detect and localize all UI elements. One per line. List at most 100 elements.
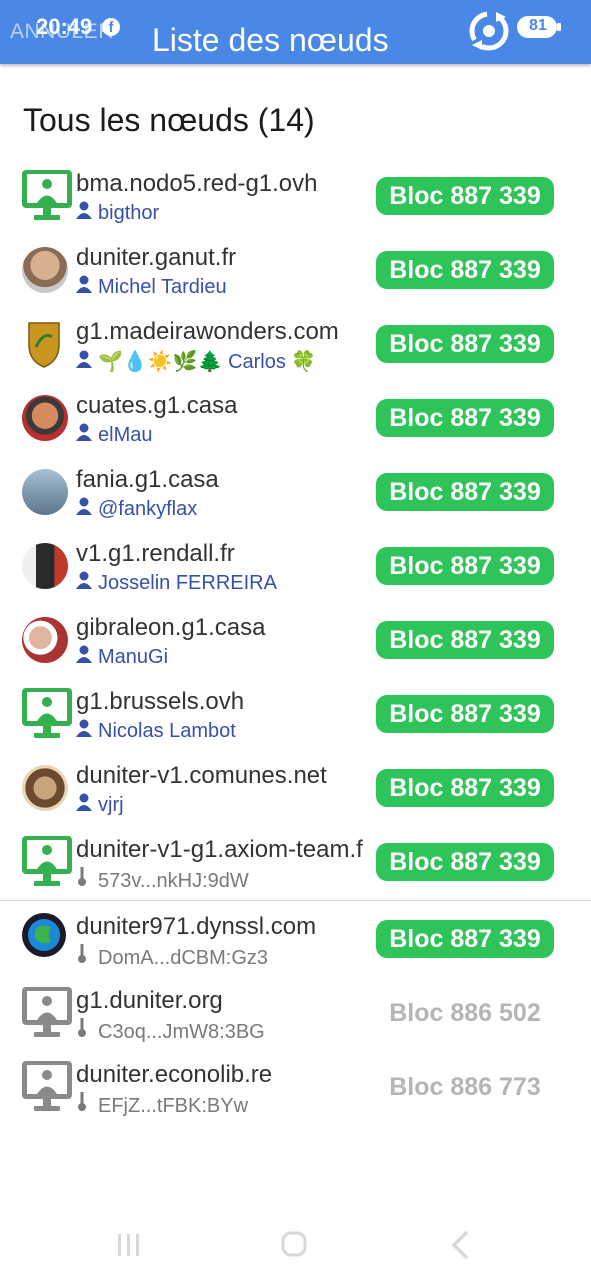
node-pubkey-text: EFjZ...tFBK:BYw (98, 1095, 249, 1117)
battery-level: 81 (529, 17, 547, 34)
node-owner-name: 🌱💧☀️🌿🌲 Carlos 🍀 (98, 351, 317, 373)
list-item[interactable]: g1.madeirawonders.com 🌱💧☀️🌿🌲 Carlos 🍀 Bl… (0, 316, 591, 390)
node-owner-name: Josselin FERREIRA (98, 572, 277, 594)
avatar (21, 613, 75, 667)
node-owner-name: vjrj (98, 794, 124, 816)
node-pubkey-text: 573v...nkHJ:9dW (98, 870, 249, 892)
list-item[interactable]: duniter971.dynssl.com DomA...dCBM:Gz3 Bl… (0, 911, 591, 985)
node-list-screen: ANNULER 20:49 f Liste des nœuds 81 Tous … (0, 0, 591, 1280)
list-divider (0, 900, 591, 901)
block-badge: Bloc 887 339 (376, 399, 554, 437)
node-host: cuates.g1.casa (76, 392, 238, 419)
status-time: 20:49 (36, 14, 93, 39)
block-badge: Bloc 887 339 (376, 769, 554, 807)
back-icon[interactable] (441, 1230, 481, 1260)
node-pubkey: DomA...dCBM:Gz3 (76, 944, 268, 970)
block-badge: Bloc 887 339 (376, 843, 554, 881)
node-owner[interactable]: Josselin FERREIRA (76, 571, 277, 595)
avatar (21, 465, 75, 519)
avatar (21, 391, 75, 445)
block-badge: Bloc 887 339 (376, 473, 554, 511)
node-owner[interactable]: @fankyflax (76, 497, 197, 521)
node-host: duniter-v1.comunes.net (76, 762, 327, 789)
list-item[interactable]: cuates.g1.casa elMau Bloc 887 339 (0, 390, 591, 464)
user-icon (76, 423, 94, 447)
monitor-icon (21, 169, 75, 223)
user-icon (76, 571, 94, 595)
recent-apps-icon[interactable] (109, 1230, 149, 1260)
node-pubkey: C3oq...JmW8:3BG (76, 1018, 265, 1044)
node-owner-name: bigthor (98, 202, 160, 224)
list-item[interactable]: duniter.ganut.fr Michel Tardieu Bloc 887… (0, 242, 591, 316)
list-item[interactable]: duniter.econolib.re EFjZ...tFBK:BYw Bloc… (0, 1059, 591, 1133)
block-badge: Bloc 887 339 (376, 920, 554, 958)
block-badge: Bloc 886 773 (389, 1073, 541, 1101)
key-icon (76, 944, 94, 970)
list-item[interactable]: gibraleon.g1.casa ManuGi Bloc 887 339 (0, 612, 591, 686)
page-title: Liste des nœuds (152, 22, 389, 58)
system-nav-bar (0, 1220, 591, 1270)
node-host: v1.g1.rendall.fr (76, 540, 235, 567)
node-pubkey-text: C3oq...JmW8:3BG (98, 1021, 265, 1043)
node-owner-name: ManuGi (98, 646, 169, 668)
node-owner-name: elMau (98, 424, 153, 446)
user-icon (76, 497, 94, 521)
user-icon (76, 793, 94, 817)
monitor-icon (21, 1060, 75, 1114)
node-host: duniter.ganut.fr (76, 244, 237, 271)
sync-icon[interactable] (468, 8, 510, 54)
node-owner[interactable]: elMau (76, 423, 152, 447)
monitor-icon (21, 835, 75, 889)
key-icon (76, 1018, 94, 1044)
node-host: duniter.econolib.re (76, 1061, 273, 1088)
user-icon (76, 275, 94, 299)
node-host: duniter971.dynssl.com (76, 913, 317, 940)
node-pubkey: 573v...nkHJ:9dW (76, 867, 249, 893)
node-owner[interactable]: bigthor (76, 201, 159, 225)
list-item[interactable]: fania.g1.casa @fankyflax Bloc 887 339 (0, 464, 591, 538)
node-host: duniter-v1-g1.axiom-team.f (76, 836, 363, 863)
avatar (21, 539, 75, 593)
list-item[interactable]: v1.g1.rendall.fr Josselin FERREIRA Bloc … (0, 538, 591, 612)
home-icon[interactable] (274, 1230, 314, 1260)
node-pubkey: EFjZ...tFBK:BYw (76, 1092, 248, 1118)
avatar (21, 761, 75, 815)
list-item[interactable]: bma.nodo5.red-g1.ovh bigthor Bloc 887 33… (0, 168, 591, 242)
node-owner[interactable]: ManuGi (76, 645, 168, 669)
list-item[interactable]: g1.duniter.org C3oq...JmW8:3BG Bloc 886 … (0, 985, 591, 1059)
node-owner[interactable]: 🌱💧☀️🌿🌲 Carlos 🍀 (76, 349, 316, 374)
list-item[interactable]: duniter-v1-g1.axiom-team.f 573v...nkHJ:9… (0, 834, 591, 908)
list-item[interactable]: duniter-v1.comunes.net vjrj Bloc 887 339 (0, 760, 591, 834)
node-host: g1.brussels.ovh (76, 688, 245, 715)
node-owner[interactable]: Nicolas Lambot (76, 719, 236, 743)
battery-icon: 81 (516, 14, 562, 40)
app-bar: ANNULER 20:49 f Liste des nœuds 81 (0, 0, 591, 64)
globe-avatar (21, 912, 75, 966)
node-owner[interactable]: vjrj (76, 793, 124, 817)
section-title: Tous les nœuds (14) (23, 102, 315, 138)
node-host: g1.madeirawonders.com (76, 318, 339, 345)
user-icon (76, 350, 94, 374)
user-icon (76, 719, 94, 743)
node-owner[interactable]: Michel Tardieu (76, 275, 227, 299)
node-owner-name: Nicolas Lambot (98, 720, 236, 742)
block-badge: Bloc 887 339 (376, 621, 554, 659)
user-icon (76, 201, 94, 225)
node-host: gibraleon.g1.casa (76, 614, 266, 641)
user-icon (76, 645, 94, 669)
block-badge: Bloc 887 339 (376, 695, 554, 733)
block-badge: Bloc 887 339 (376, 325, 554, 363)
node-owner-name: Michel Tardieu (98, 276, 227, 298)
node-host: bma.nodo5.red-g1.ovh (76, 170, 318, 197)
avatar (21, 243, 75, 297)
node-host: fania.g1.casa (76, 466, 219, 493)
monitor-icon (21, 687, 75, 741)
block-badge: Bloc 886 502 (389, 999, 541, 1027)
block-badge: Bloc 887 339 (376, 177, 554, 215)
list-item[interactable]: g1.brussels.ovh Nicolas Lambot Bloc 887 … (0, 686, 591, 760)
facebook-notification-icon: f (102, 18, 120, 36)
block-badge: Bloc 887 339 (376, 251, 554, 289)
node-host: g1.duniter.org (76, 987, 223, 1014)
monitor-icon (21, 986, 75, 1040)
node-pubkey-text: DomA...dCBM:Gz3 (98, 947, 269, 969)
